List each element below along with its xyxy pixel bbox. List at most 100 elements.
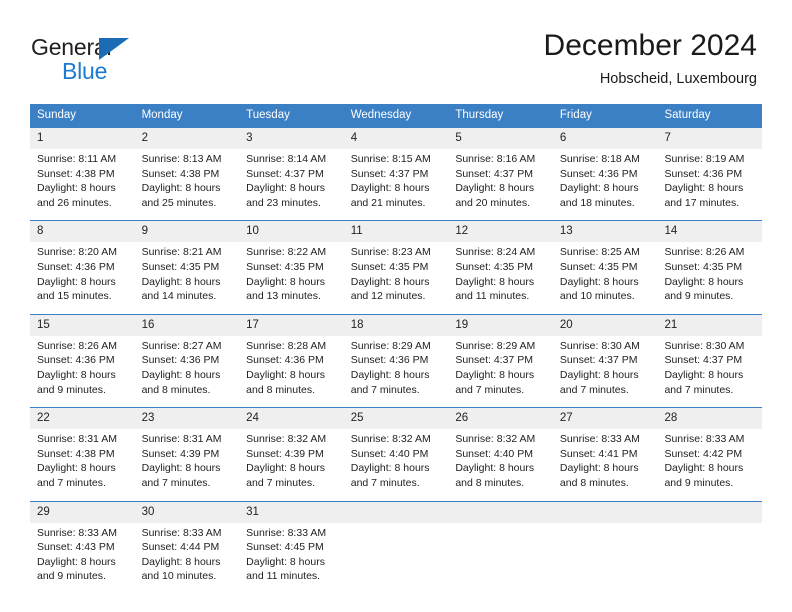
day-cell[interactable]: Sunrise: 8:25 AM Sunset: 4:35 PM Dayligh…: [553, 242, 658, 313]
day-number[interactable]: 28: [657, 408, 762, 429]
day-number[interactable]: 3: [239, 128, 344, 149]
day-cell[interactable]: Sunrise: 8:33 AM Sunset: 4:43 PM Dayligh…: [30, 523, 135, 594]
day-cell[interactable]: Sunrise: 8:33 AM Sunset: 4:45 PM Dayligh…: [239, 523, 344, 594]
day-number[interactable]: 11: [344, 221, 449, 242]
sunset-text: Sunset: 4:35 PM: [141, 260, 220, 273]
day-number[interactable]: 17: [239, 315, 344, 336]
sunset-text: Sunset: 4:37 PM: [350, 167, 429, 180]
day-number[interactable]: 13: [553, 221, 658, 242]
day-number[interactable]: 4: [344, 128, 449, 149]
day-cell[interactable]: Sunrise: 8:20 AM Sunset: 4:36 PM Dayligh…: [30, 242, 135, 313]
daylight-text-line2: and 17 minutes.: [664, 196, 740, 209]
day-number[interactable]: 14: [657, 221, 762, 242]
sunrise-text: Sunrise: 8:30 AM: [559, 339, 640, 352]
day-number[interactable]: 24: [239, 408, 344, 429]
day-number[interactable]: 12: [448, 221, 553, 242]
sunset-text: Sunset: 4:35 PM: [350, 260, 429, 273]
daylight-text-line2: and 25 minutes.: [141, 196, 217, 209]
day-cell[interactable]: Sunrise: 8:33 AM Sunset: 4:42 PM Dayligh…: [657, 429, 762, 500]
day-cell[interactable]: Sunrise: 8:18 AM Sunset: 4:36 PM Dayligh…: [553, 149, 658, 220]
generalblue-logo[interactable]: General Blue: [31, 34, 211, 86]
day-number[interactable]: 18: [344, 315, 449, 336]
weekday-header-wednesday: Wednesday: [350, 109, 412, 121]
day-number[interactable]: 1: [30, 128, 135, 149]
week-detail-band: Sunrise: 8:20 AM Sunset: 4:36 PM Dayligh…: [30, 242, 762, 314]
day-cell[interactable]: Sunrise: 8:13 AM Sunset: 4:38 PM Dayligh…: [135, 149, 240, 220]
day-cell[interactable]: Sunrise: 8:30 AM Sunset: 4:37 PM Dayligh…: [553, 336, 658, 407]
daylight-text-line1: Daylight: 8 hours: [246, 368, 325, 381]
day-cell[interactable]: Sunrise: 8:27 AM Sunset: 4:36 PM Dayligh…: [135, 336, 240, 407]
page-subtitle: Hobscheid, Luxembourg: [599, 71, 757, 87]
sunrise-text: Sunrise: 8:29 AM: [455, 339, 536, 352]
day-cell[interactable]: Sunrise: 8:11 AM Sunset: 4:38 PM Dayligh…: [30, 149, 135, 220]
day-cell[interactable]: Sunrise: 8:15 AM Sunset: 4:37 PM Dayligh…: [344, 149, 449, 220]
day-cell[interactable]: Sunrise: 8:21 AM Sunset: 4:35 PM Dayligh…: [135, 242, 240, 313]
day-number[interactable]: 9: [135, 221, 240, 242]
day-cell[interactable]: Sunrise: 8:33 AM Sunset: 4:44 PM Dayligh…: [135, 523, 240, 594]
sunset-text: Sunset: 4:39 PM: [141, 447, 220, 460]
day-number-empty: [448, 502, 553, 523]
day-cell[interactable]: Sunrise: 8:32 AM Sunset: 4:40 PM Dayligh…: [448, 429, 553, 500]
day-number[interactable]: 19: [448, 315, 553, 336]
day-cell[interactable]: Sunrise: 8:23 AM Sunset: 4:35 PM Dayligh…: [344, 242, 449, 313]
day-cell[interactable]: Sunrise: 8:32 AM Sunset: 4:40 PM Dayligh…: [344, 429, 449, 500]
daylight-text-line2: and 14 minutes.: [141, 290, 217, 303]
day-cell[interactable]: Sunrise: 8:32 AM Sunset: 4:39 PM Dayligh…: [239, 429, 344, 500]
day-cell[interactable]: Sunrise: 8:30 AM Sunset: 4:37 PM Dayligh…: [657, 336, 762, 407]
day-number[interactable]: 27: [553, 408, 658, 429]
day-cell[interactable]: Sunrise: 8:31 AM Sunset: 4:39 PM Dayligh…: [135, 429, 240, 500]
sunrise-text: Sunrise: 8:19 AM: [664, 153, 745, 165]
daylight-text-line2: and 10 minutes.: [141, 570, 217, 583]
day-cell[interactable]: Sunrise: 8:14 AM Sunset: 4:37 PM Dayligh…: [239, 149, 344, 220]
sunrise-text: Sunrise: 8:28 AM: [246, 339, 327, 352]
day-number[interactable]: 8: [30, 221, 135, 242]
day-number[interactable]: 5: [448, 128, 553, 149]
day-cell[interactable]: Sunrise: 8:28 AM Sunset: 4:36 PM Dayligh…: [239, 336, 344, 407]
daylight-text-line2: and 7 minutes.: [664, 383, 734, 396]
day-number[interactable]: 10: [239, 221, 344, 242]
sunset-text: Sunset: 4:45 PM: [246, 541, 324, 554]
daylight-text-line2: and 7 minutes.: [246, 476, 316, 489]
daylight-text-line2: and 7 minutes.: [350, 383, 420, 396]
day-number[interactable]: 31: [239, 502, 344, 523]
day-cell[interactable]: Sunrise: 8:19 AM Sunset: 4:36 PM Dayligh…: [657, 149, 762, 220]
day-cell[interactable]: Sunrise: 8:16 AM Sunset: 4:37 PM Dayligh…: [448, 149, 553, 220]
daylight-text-line2: and 7 minutes.: [559, 383, 629, 396]
daylight-text-line1: Daylight: 8 hours: [350, 275, 430, 288]
daylight-text-line2: and 9 minutes.: [664, 290, 734, 303]
week-detail-band: Sunrise: 8:26 AM Sunset: 4:36 PM Dayligh…: [30, 335, 762, 408]
day-number[interactable]: 20: [553, 315, 658, 336]
day-number[interactable]: 2: [135, 128, 240, 149]
week-detail-band: Sunrise: 8:33 AM Sunset: 4:43 PM Dayligh…: [30, 522, 762, 594]
sunrise-text: Sunrise: 8:33 AM: [559, 433, 640, 446]
sunset-text: Sunset: 4:38 PM: [37, 167, 115, 180]
day-cell[interactable]: Sunrise: 8:29 AM Sunset: 4:36 PM Dayligh…: [344, 336, 449, 407]
sunrise-text: Sunrise: 8:20 AM: [37, 246, 117, 259]
day-cell[interactable]: Sunrise: 8:29 AM Sunset: 4:37 PM Dayligh…: [448, 336, 553, 407]
sunset-text: Sunset: 4:37 PM: [455, 354, 533, 367]
weekday-header-friday: Friday: [559, 109, 592, 121]
day-number[interactable]: 23: [135, 408, 240, 429]
day-number-empty: [657, 502, 762, 523]
logo-triangle-icon: [99, 38, 129, 60]
day-cell[interactable]: Sunrise: 8:24 AM Sunset: 4:35 PM Dayligh…: [448, 242, 553, 313]
day-number[interactable]: 21: [657, 315, 762, 336]
week-row: 29 30 31 Sunrise: 8:33 AM Sunset: 4:43 P…: [30, 500, 762, 594]
sunrise-text: Sunrise: 8:33 AM: [141, 526, 222, 539]
day-number[interactable]: 22: [30, 408, 135, 429]
day-cell[interactable]: Sunrise: 8:31 AM Sunset: 4:38 PM Dayligh…: [30, 429, 135, 500]
day-cell[interactable]: Sunrise: 8:33 AM Sunset: 4:41 PM Dayligh…: [553, 429, 658, 500]
day-number[interactable]: 29: [30, 502, 135, 523]
daylight-text-line2: and 8 minutes.: [559, 476, 629, 489]
day-number[interactable]: 30: [135, 502, 240, 523]
day-number[interactable]: 26: [448, 408, 553, 429]
day-number[interactable]: 6: [553, 128, 658, 149]
day-cell[interactable]: Sunrise: 8:26 AM Sunset: 4:35 PM Dayligh…: [657, 242, 762, 313]
day-cell[interactable]: Sunrise: 8:26 AM Sunset: 4:36 PM Dayligh…: [30, 336, 135, 407]
day-cell[interactable]: Sunrise: 8:22 AM Sunset: 4:35 PM Dayligh…: [239, 242, 344, 313]
day-number[interactable]: 7: [657, 128, 762, 149]
day-number[interactable]: 25: [344, 408, 449, 429]
day-number[interactable]: 15: [30, 315, 135, 336]
daylight-text-line1: Daylight: 8 hours: [37, 182, 116, 195]
day-number[interactable]: 16: [135, 315, 240, 336]
